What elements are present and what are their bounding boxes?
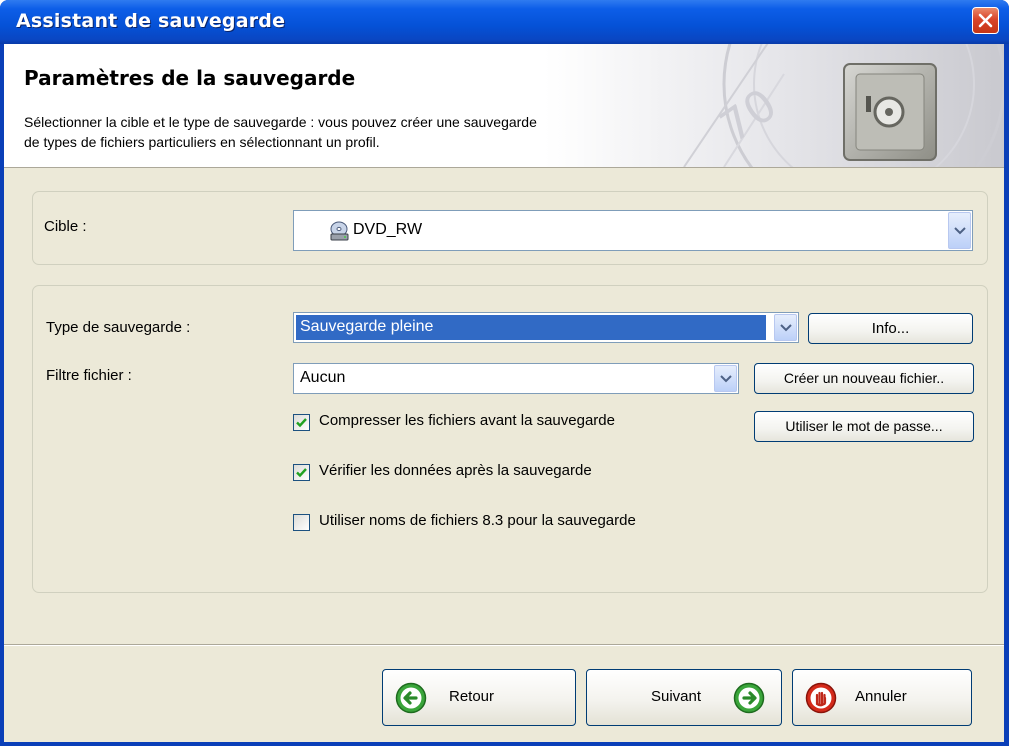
create-new-file-label: Créer un nouveau fichier..	[783, 370, 945, 386]
target-dropdown-button[interactable]	[948, 212, 971, 249]
description-line: de types de fichiers particuliers en sél…	[24, 134, 380, 150]
arrow-right-icon	[733, 682, 765, 714]
window-title: Assistant de sauvegarde	[16, 10, 286, 32]
chevron-down-icon	[720, 375, 732, 383]
info-button-label: Info...	[871, 320, 910, 337]
checkmark-icon	[296, 468, 307, 478]
footer-divider-highlight	[4, 645, 1004, 646]
backup-type-dropdown-button[interactable]	[774, 314, 797, 341]
target-select[interactable]: DVD_RW	[293, 210, 973, 251]
verify-checkbox[interactable]	[293, 464, 310, 481]
verify-label[interactable]: Vérifier les données après la sauvegarde	[319, 462, 592, 479]
info-button[interactable]: Info...	[808, 313, 973, 344]
create-new-file-button[interactable]: Créer un nouveau fichier..	[754, 363, 974, 394]
dvd-drive-icon	[330, 221, 349, 241]
file-filter-value: Aucun	[300, 369, 346, 386]
use-password-button[interactable]: Utiliser le mot de passe...	[754, 411, 974, 442]
file-filter-label: Filtre fichier :	[46, 367, 132, 384]
target-label: Cible :	[44, 218, 87, 235]
dialog-body: 70 Paramètres de la sauvegarde Sélection…	[4, 44, 1004, 742]
short-filenames-checkbox[interactable]	[293, 514, 310, 531]
compress-label[interactable]: Compresser les fichiers avant la sauvega…	[319, 412, 615, 429]
use-password-label: Utiliser le mot de passe...	[785, 418, 943, 434]
backup-type-select[interactable]: Sauvegarde pleine	[293, 312, 799, 343]
chevron-down-icon	[954, 227, 966, 235]
description-line: Sélectionner la cible et le type de sauv…	[24, 114, 537, 130]
next-button[interactable]: Suivant	[586, 669, 782, 726]
compress-checkbox[interactable]	[293, 414, 310, 431]
cancel-button[interactable]: Annuler	[792, 669, 972, 726]
back-button-label: Retour	[449, 688, 495, 705]
page-title: Paramètres de la sauvegarde	[24, 66, 356, 90]
backup-type-value: Sauvegarde pleine	[300, 318, 434, 335]
stop-hand-icon	[805, 682, 837, 714]
target-value: DVD_RW	[353, 221, 423, 238]
file-filter-select[interactable]: Aucun	[293, 363, 739, 394]
checkmark-icon	[296, 418, 307, 428]
short-filenames-label[interactable]: Utiliser noms de fichiers 8.3 pour la sa…	[319, 512, 636, 529]
cancel-button-label: Annuler	[855, 688, 907, 705]
close-icon	[978, 13, 993, 28]
backup-type-label: Type de sauvegarde :	[46, 319, 191, 336]
dialog-window: Assistant de sauvegarde 70 Paramètres de…	[0, 0, 1009, 746]
next-button-label: Suivant	[651, 688, 702, 705]
title-bar[interactable]: Assistant de sauvegarde	[0, 0, 1009, 44]
close-button[interactable]	[972, 7, 999, 34]
page-description: Sélectionner la cible et le type de sauv…	[24, 112, 744, 152]
back-button[interactable]: Retour	[382, 669, 576, 726]
file-filter-dropdown-button[interactable]	[714, 365, 737, 392]
wizard-header: 70 Paramètres de la sauvegarde Sélection…	[4, 44, 1004, 168]
arrow-left-icon	[395, 682, 427, 714]
chevron-down-icon	[780, 324, 792, 332]
